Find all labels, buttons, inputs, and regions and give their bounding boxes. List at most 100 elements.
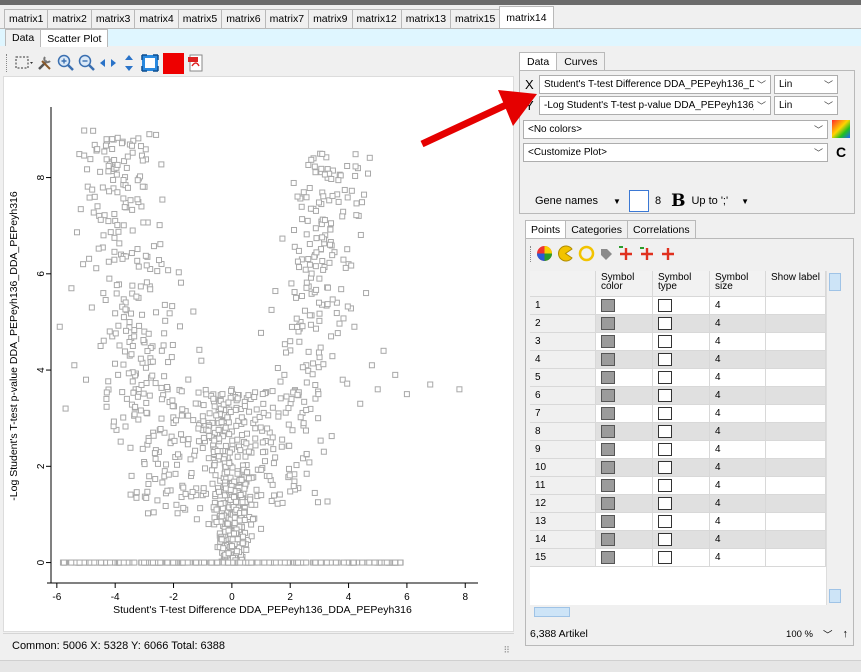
- data-point[interactable]: [315, 415, 322, 422]
- data-point[interactable]: [329, 296, 336, 303]
- data-point[interactable]: [336, 320, 343, 327]
- data-point[interactable]: [225, 527, 232, 534]
- add-row-icon[interactable]: [617, 245, 634, 262]
- data-point[interactable]: [227, 486, 234, 493]
- data-point[interactable]: [200, 485, 207, 492]
- data-point[interactable]: [272, 454, 279, 461]
- data-point[interactable]: [127, 197, 134, 204]
- data-point[interactable]: [328, 220, 335, 227]
- data-point[interactable]: [319, 150, 326, 157]
- table-row[interactable]: 12 4: [530, 495, 826, 513]
- data-point[interactable]: [229, 543, 236, 550]
- data-point[interactable]: [321, 171, 328, 178]
- data-point[interactable]: [179, 406, 186, 413]
- data-point[interactable]: [176, 323, 183, 330]
- data-point[interactable]: [316, 317, 323, 324]
- data-point[interactable]: [106, 275, 113, 282]
- data-point[interactable]: [308, 270, 315, 277]
- data-point[interactable]: [258, 525, 265, 532]
- row-number[interactable]: 2: [530, 315, 596, 333]
- color-swatch[interactable]: [601, 425, 615, 438]
- data-point[interactable]: [134, 177, 141, 184]
- data-point[interactable]: [196, 346, 203, 353]
- data-point[interactable]: [86, 194, 93, 201]
- data-point[interactable]: [302, 266, 309, 273]
- data-point[interactable]: [335, 198, 342, 205]
- symbol-size-cell[interactable]: 4: [710, 441, 766, 459]
- data-point[interactable]: [216, 435, 223, 442]
- data-point[interactable]: [374, 386, 381, 393]
- data-point[interactable]: [271, 492, 278, 499]
- data-point[interactable]: [110, 176, 117, 183]
- symbol-type-cell[interactable]: [653, 441, 710, 459]
- data-point[interactable]: [139, 311, 146, 318]
- data-point[interactable]: [122, 423, 129, 430]
- data-point[interactable]: [185, 376, 192, 383]
- data-point[interactable]: [123, 327, 130, 334]
- data-point[interactable]: [114, 189, 121, 196]
- data-point[interactable]: [243, 440, 250, 447]
- matrix-tab-matrix14[interactable]: matrix14: [499, 6, 554, 28]
- data-point[interactable]: [81, 127, 88, 134]
- data-point[interactable]: [105, 258, 112, 265]
- data-point[interactable]: [162, 503, 169, 510]
- symbol-type-cell[interactable]: [653, 387, 710, 405]
- data-point[interactable]: [184, 559, 191, 566]
- data-point[interactable]: [120, 559, 127, 566]
- data-point[interactable]: [313, 235, 320, 242]
- data-point[interactable]: [94, 146, 101, 153]
- data-point[interactable]: [111, 256, 118, 263]
- data-point[interactable]: [81, 152, 88, 159]
- data-point[interactable]: [211, 462, 218, 469]
- data-point[interactable]: [169, 341, 176, 348]
- data-point[interactable]: [327, 241, 334, 248]
- data-point[interactable]: [334, 330, 341, 337]
- vertical-scrollbar[interactable]: [826, 271, 842, 605]
- data-point[interactable]: [291, 227, 298, 234]
- color-swatch[interactable]: [601, 299, 615, 312]
- data-point[interactable]: [277, 378, 284, 385]
- column-header[interactable]: Symbol size: [710, 271, 766, 297]
- data-point[interactable]: [115, 228, 122, 235]
- points-tab-correlations[interactable]: Correlations: [626, 220, 696, 238]
- table-row[interactable]: 15 4: [530, 549, 826, 567]
- symbol-size-cell[interactable]: 4: [710, 297, 766, 315]
- data-point[interactable]: [105, 168, 112, 175]
- data-point[interactable]: [392, 559, 399, 566]
- data-point[interactable]: [158, 396, 165, 403]
- data-point[interactable]: [149, 559, 156, 566]
- data-point[interactable]: [174, 461, 181, 468]
- data-point[interactable]: [129, 206, 136, 213]
- data-point[interactable]: [326, 259, 333, 266]
- symbol-size-cell[interactable]: 4: [710, 531, 766, 549]
- data-point[interactable]: [100, 232, 107, 239]
- data-point[interactable]: [258, 466, 265, 473]
- data-point[interactable]: [319, 234, 326, 241]
- data-point[interactable]: [139, 445, 146, 452]
- data-point[interactable]: [135, 135, 142, 142]
- data-point[interactable]: [115, 371, 122, 378]
- zoom-out-icon[interactable]: [78, 54, 96, 72]
- data-point[interactable]: [258, 492, 265, 499]
- show-label-cell[interactable]: [766, 495, 826, 513]
- data-point[interactable]: [320, 448, 327, 455]
- data-point[interactable]: [114, 161, 121, 168]
- data-point[interactable]: [246, 408, 253, 415]
- matrix-tab-matrix3[interactable]: matrix3: [90, 9, 136, 28]
- data-point[interactable]: [125, 370, 132, 377]
- data-point[interactable]: [94, 203, 101, 210]
- data-point[interactable]: [205, 521, 212, 528]
- show-label-cell[interactable]: [766, 423, 826, 441]
- data-point[interactable]: [208, 467, 215, 474]
- data-point[interactable]: [143, 494, 150, 501]
- data-point[interactable]: [121, 204, 128, 211]
- data-point[interactable]: [137, 355, 144, 362]
- data-point[interactable]: [252, 442, 259, 449]
- data-point[interactable]: [403, 391, 410, 398]
- data-point[interactable]: [173, 501, 180, 508]
- data-point[interactable]: [189, 488, 196, 495]
- data-point[interactable]: [107, 229, 114, 236]
- data-point[interactable]: [359, 559, 366, 566]
- data-point[interactable]: [154, 268, 161, 275]
- data-point[interactable]: [289, 427, 296, 434]
